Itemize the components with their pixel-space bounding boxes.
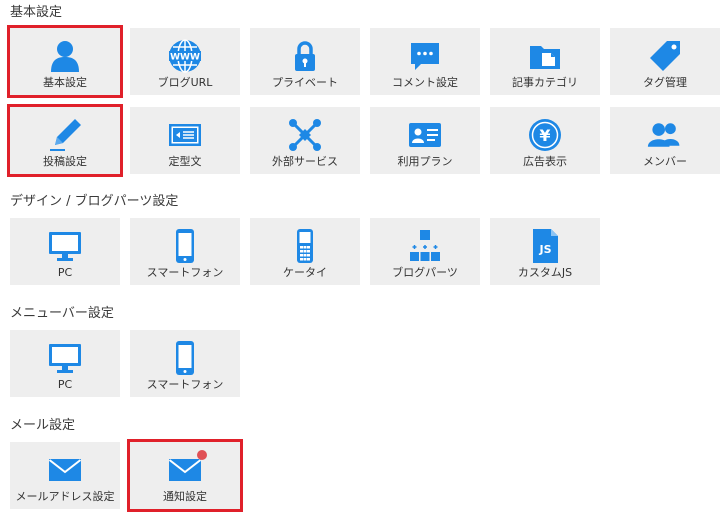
monitor-icon: [47, 228, 83, 264]
tile-ad-display[interactable]: ¥ 広告表示: [490, 107, 600, 174]
user-icon: [47, 38, 83, 74]
tile-label: 投稿設定: [43, 155, 87, 168]
svg-text:WWW: WWW: [170, 53, 200, 63]
section-title-basic: 基本設定: [10, 5, 63, 20]
tile-label: 通知設定: [163, 490, 207, 503]
tile-members[interactable]: メンバー: [610, 107, 720, 174]
feature-phone-icon: [287, 228, 323, 264]
tile-label: ケータイ: [283, 266, 327, 279]
tile-label: タグ管理: [643, 76, 687, 89]
smartphone-icon: [167, 228, 203, 264]
tile-design-keitai[interactable]: ケータイ: [250, 218, 360, 285]
template-card-icon: [167, 117, 203, 153]
tile-comment-settings[interactable]: コメント設定: [370, 28, 480, 95]
tile-label: 利用プラン: [397, 155, 453, 168]
pencil-icon: [47, 117, 83, 153]
mail-icon: [47, 452, 83, 488]
tile-post-settings[interactable]: 投稿設定: [7, 104, 123, 177]
section-title-design: デザイン / ブログパーツ設定: [10, 194, 179, 209]
tile-label: 広告表示: [523, 155, 567, 168]
section-title-menubar: メニューバー設定: [10, 306, 114, 321]
tile-basic-settings[interactable]: 基本設定: [7, 25, 123, 98]
notification-badge: [197, 450, 207, 460]
tile-fixed-phrase[interactable]: 定型文: [130, 107, 240, 174]
monitor-icon: [47, 340, 83, 376]
tile-mail-address-settings[interactable]: メールアドレス設定: [10, 442, 120, 509]
tile-label: プライベート: [272, 76, 338, 89]
tile-menubar-pc[interactable]: PC: [10, 330, 120, 397]
tile-design-custom-js[interactable]: JS カスタムJS: [490, 218, 600, 285]
tile-menubar-smartphone[interactable]: スマートフォン: [130, 330, 240, 397]
tile-label: コメント設定: [392, 76, 458, 89]
tile-usage-plan[interactable]: 利用プラン: [370, 107, 480, 174]
js-file-icon: JS: [527, 228, 563, 264]
yen-coin-icon: ¥: [527, 117, 563, 153]
smartphone-icon: [167, 340, 203, 376]
tile-notification-settings[interactable]: 通知設定: [127, 439, 243, 512]
www-globe-icon: WWW: [167, 38, 203, 74]
comment-bubble-icon: [407, 38, 443, 74]
tile-tag-management[interactable]: タグ管理: [610, 28, 720, 95]
tile-design-blog-parts[interactable]: ブログパーツ: [370, 218, 480, 285]
tile-label: メンバー: [643, 155, 687, 168]
tile-label: PC: [57, 378, 73, 391]
tile-design-smartphone[interactable]: スマートフォン: [130, 218, 240, 285]
tile-label: 定型文: [168, 155, 202, 168]
tile-label: スマートフォン: [146, 378, 224, 391]
tile-label: ブログパーツ: [392, 266, 458, 279]
tile-design-pc[interactable]: PC: [10, 218, 120, 285]
tile-label: 記事カテゴリ: [512, 76, 578, 89]
tile-label: 外部サービス: [272, 155, 338, 168]
section-title-mail: メール設定: [10, 418, 76, 433]
tile-label: メールアドレス設定: [15, 490, 115, 503]
blog-parts-icon: [407, 228, 443, 264]
members-icon: [647, 117, 683, 153]
connections-icon: [287, 117, 323, 153]
lock-icon: [287, 38, 323, 74]
tile-label: PC: [57, 266, 73, 279]
id-card-icon: [407, 117, 443, 153]
folder-icon: [527, 38, 563, 74]
tile-label: 基本設定: [43, 76, 87, 89]
tile-label: スマートフォン: [146, 266, 224, 279]
mail-icon: [167, 450, 207, 488]
tag-icon: [647, 38, 683, 74]
tile-label: ブログURL: [157, 76, 213, 89]
svg-text:¥: ¥: [539, 126, 550, 145]
tile-article-category[interactable]: 記事カテゴリ: [490, 28, 600, 95]
tile-external-service[interactable]: 外部サービス: [250, 107, 360, 174]
tile-blog-url[interactable]: WWW ブログURL: [130, 28, 240, 95]
svg-text:JS: JS: [538, 243, 551, 256]
tile-label: カスタムJS: [517, 266, 573, 279]
tile-private[interactable]: プライベート: [250, 28, 360, 95]
